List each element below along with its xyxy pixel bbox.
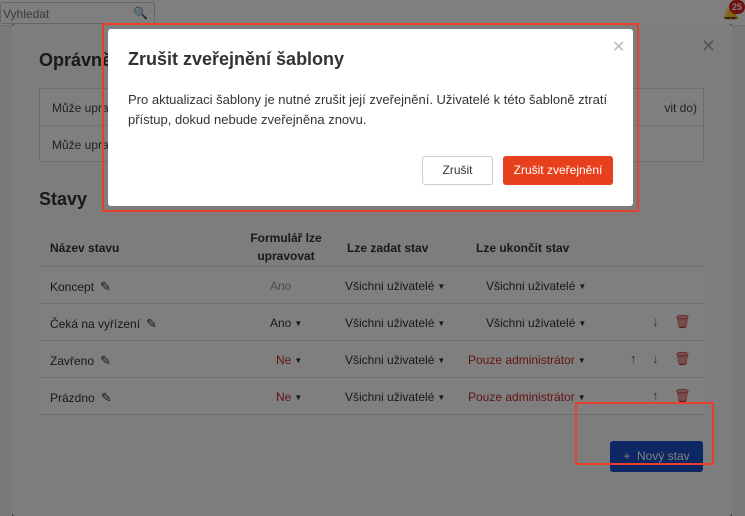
unpublish-button[interactable]: Zrušit zveřejnění [503,156,613,185]
dialog-message: Pro aktualizaci šablony je nutné zrušit … [128,92,608,127]
unpublish-confirm-dialog: ✕ Zrušit zveřejnění šablony Pro aktualiz… [108,29,633,206]
new-state-highlight [575,402,714,465]
dialog-title: Zrušit zveřejnění šablony [128,49,345,69]
cancel-button[interactable]: Zrušit [422,156,493,185]
close-icon[interactable]: ✕ [612,37,625,57]
